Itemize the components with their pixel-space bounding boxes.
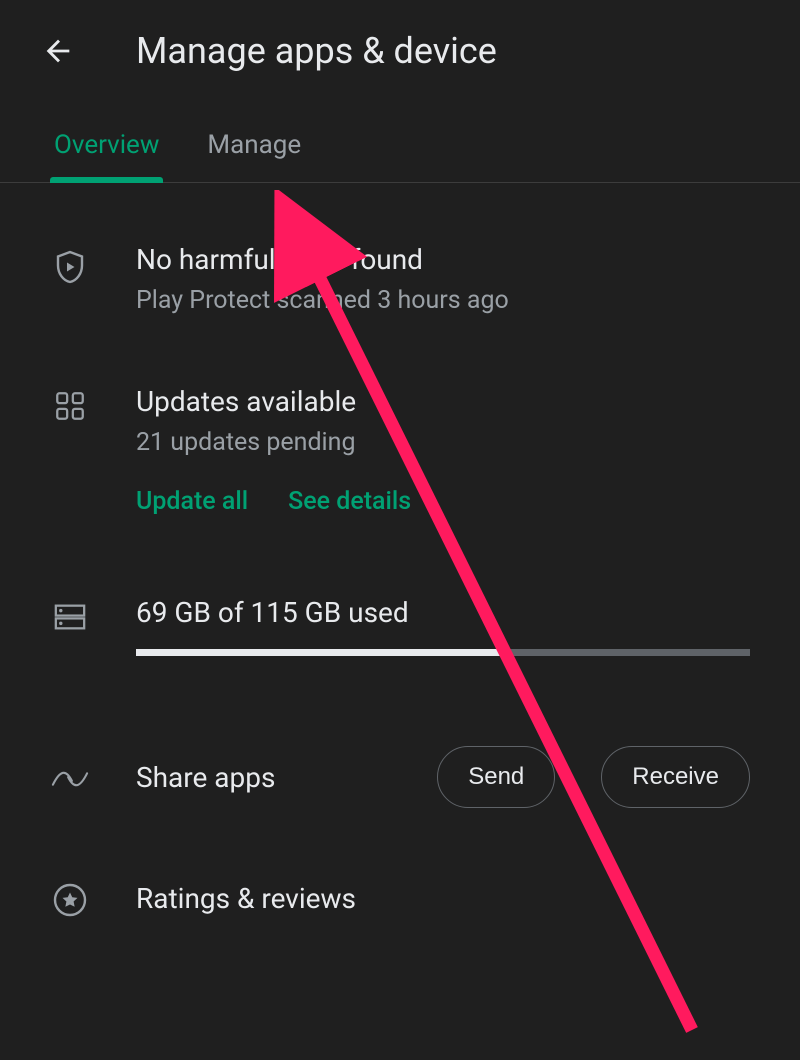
storage-text: 69 GB of 115 GB used xyxy=(136,596,750,629)
play-protect-row[interactable]: No harmful apps found Play Protect scann… xyxy=(50,243,750,315)
shield-play-icon xyxy=(52,247,88,287)
star-circle-icon xyxy=(52,882,88,918)
storage-row[interactable]: 69 GB of 115 GB used xyxy=(50,596,750,656)
ratings-label: Ratings & reviews xyxy=(136,882,356,915)
protect-title: No harmful apps found xyxy=(136,243,750,276)
back-button[interactable] xyxy=(40,33,76,69)
see-details-link[interactable]: See details xyxy=(288,487,411,516)
updates-subtitle: 21 updates pending xyxy=(136,428,750,457)
protect-subtitle: Play Protect scanned 3 hours ago xyxy=(136,286,750,315)
apps-grid-icon xyxy=(53,389,87,423)
updates-title: Updates available xyxy=(136,385,750,418)
tab-bar: Overview Manage xyxy=(0,112,800,183)
send-button[interactable]: Send xyxy=(437,746,555,808)
update-all-link[interactable]: Update all xyxy=(136,487,248,516)
share-apps-row: Share apps Send Receive xyxy=(50,746,750,808)
tab-overview[interactable]: Overview xyxy=(50,112,163,182)
nearby-share-icon xyxy=(51,764,89,794)
page-title: Manage apps & device xyxy=(136,30,497,72)
storage-progress-fill xyxy=(136,649,504,656)
storage-progress xyxy=(136,649,750,656)
arrow-left-icon xyxy=(41,34,75,68)
storage-icon xyxy=(53,600,87,634)
ratings-reviews-row[interactable]: Ratings & reviews xyxy=(50,878,750,918)
tab-manage[interactable]: Manage xyxy=(203,112,305,182)
receive-button[interactable]: Receive xyxy=(601,746,750,808)
updates-row[interactable]: Updates available 21 updates pending Upd… xyxy=(50,385,750,516)
share-apps-label: Share apps xyxy=(136,761,391,794)
